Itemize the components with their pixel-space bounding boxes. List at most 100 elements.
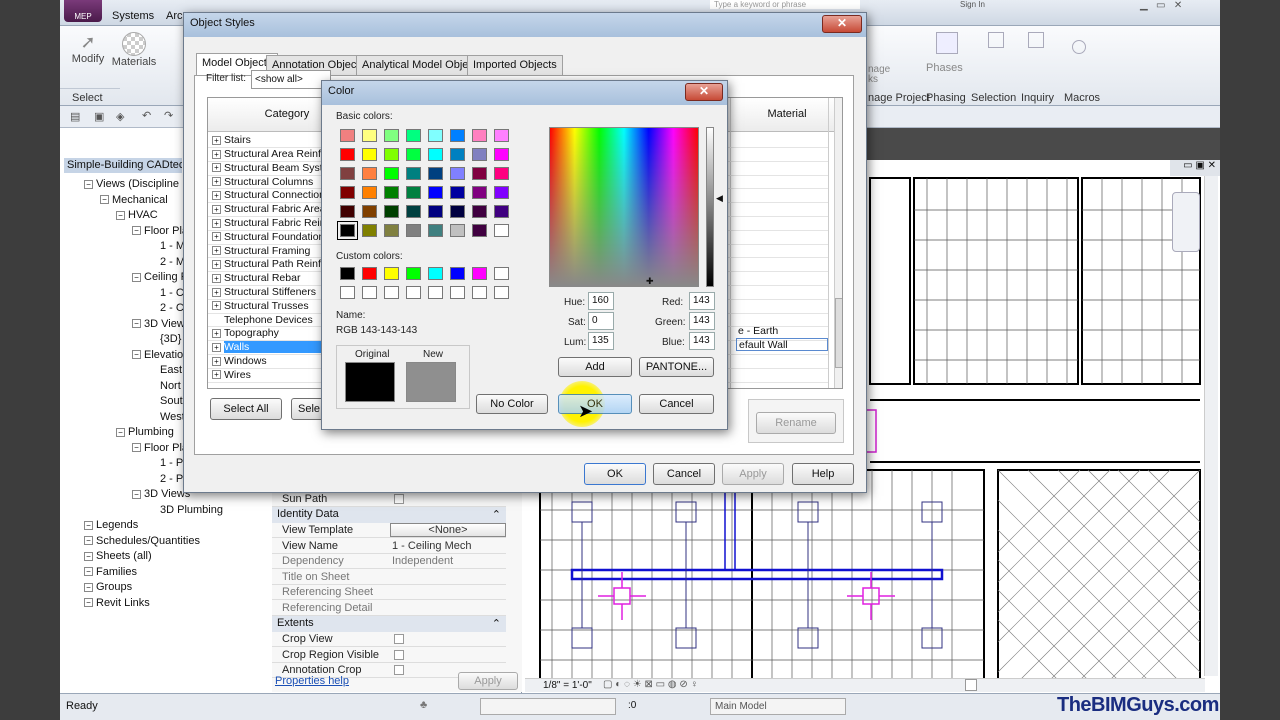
basic-color-swatch[interactable] <box>362 167 377 180</box>
expand-toggle-icon[interactable]: − <box>84 551 93 561</box>
basic-color-swatch[interactable] <box>472 205 487 218</box>
basic-color-swatch[interactable] <box>384 224 399 237</box>
empty-custom-color-swatch[interactable] <box>340 286 355 299</box>
expand-toggle-icon[interactable]: − <box>132 226 141 236</box>
basic-color-swatch[interactable] <box>406 224 421 237</box>
basic-color-swatch[interactable] <box>362 205 377 218</box>
red-input[interactable]: 143 <box>689 292 715 310</box>
expand-toggle-icon[interactable]: − <box>132 319 141 329</box>
basic-color-swatch[interactable] <box>428 148 443 161</box>
browser-item[interactable]: 3D Plumbing <box>148 504 223 516</box>
browser-item[interactable]: − Schedules/Quantities <box>84 535 200 547</box>
basic-color-swatch[interactable] <box>494 167 509 180</box>
basic-color-swatch[interactable] <box>450 224 465 237</box>
help-button[interactable]: Help <box>792 463 854 485</box>
empty-custom-color-swatch[interactable] <box>362 286 377 299</box>
color-titlebar[interactable]: Color <box>322 81 727 105</box>
custom-color-swatch[interactable] <box>384 267 399 280</box>
properties-help-link[interactable]: Properties help <box>275 675 349 687</box>
browser-item[interactable]: − Legends <box>84 519 138 531</box>
expand-category-icon[interactable]: + <box>212 328 221 338</box>
property-value[interactable]: Independent <box>392 555 453 567</box>
object-styles-titlebar[interactable]: Object Styles <box>184 13 866 37</box>
basic-color-swatch[interactable] <box>362 148 377 161</box>
basic-color-swatch[interactable] <box>406 129 421 142</box>
browser-item[interactable]: −3D Views <box>132 318 190 330</box>
open-icon[interactable]: ▤ <box>70 110 80 123</box>
expand-toggle-icon[interactable]: − <box>132 443 141 453</box>
basic-color-swatch[interactable] <box>494 129 509 142</box>
app-button[interactable]: MEP <box>64 0 102 22</box>
basic-color-swatch[interactable] <box>428 186 443 199</box>
add-custom-color-button[interactable]: Add <box>558 357 632 377</box>
browser-item[interactable]: 2 - C <box>148 302 184 314</box>
properties-apply-button[interactable]: Apply <box>458 672 518 690</box>
extents-header[interactable]: Extents ⌃ <box>272 616 506 632</box>
sun-path-checkbox[interactable] <box>394 494 404 504</box>
menu-arc[interactable]: Arc <box>166 10 183 22</box>
expand-category-icon[interactable]: + <box>212 342 221 352</box>
basic-color-swatch[interactable] <box>384 148 399 161</box>
expand-category-icon[interactable]: + <box>212 259 221 269</box>
inquiry-icon[interactable] <box>1028 32 1044 48</box>
basic-color-swatch[interactable] <box>450 129 465 142</box>
color-cancel-button[interactable]: Cancel <box>639 394 714 414</box>
macros-icon[interactable] <box>1072 40 1086 54</box>
view-control-icons[interactable]: ▢ ◐ ◌ ☀ ⊠ ▭ ◍ ⊘ ♀ <box>603 679 698 690</box>
expand-category-icon[interactable]: + <box>212 246 221 256</box>
select-panel-label[interactable]: Select <box>72 92 103 104</box>
custom-color-swatch[interactable] <box>494 267 509 280</box>
material-earth[interactable]: e - Earth <box>738 325 778 337</box>
basic-color-swatch[interactable] <box>472 186 487 199</box>
rename-button[interactable]: Rename <box>756 412 836 434</box>
browser-item[interactable]: − Groups <box>84 581 132 593</box>
expand-category-icon[interactable]: + <box>212 301 221 311</box>
basic-color-swatch[interactable] <box>494 186 509 199</box>
hue-saturation-spectrum[interactable]: ✚ <box>549 127 699 287</box>
browser-item[interactable]: 2 - P <box>148 473 183 485</box>
basic-color-swatch[interactable] <box>450 205 465 218</box>
custom-color-swatch[interactable] <box>450 267 465 280</box>
browser-item[interactable]: 1 - C <box>148 287 184 299</box>
expand-toggle-icon[interactable]: − <box>132 350 141 360</box>
no-color-button[interactable]: No Color <box>476 394 548 414</box>
expand-toggle-icon[interactable]: − <box>132 272 141 282</box>
empty-custom-color-swatch[interactable] <box>384 286 399 299</box>
browser-item[interactable]: {3D} <box>148 333 181 345</box>
browser-item[interactable]: −3D Views <box>132 488 190 500</box>
expand-toggle-icon[interactable]: − <box>84 598 93 608</box>
expand-category-icon[interactable]: + <box>212 163 221 173</box>
browser-item[interactable]: − Mechanical <box>100 194 168 206</box>
expand-category-icon[interactable]: + <box>212 177 221 187</box>
expand-category-icon[interactable]: + <box>212 135 221 145</box>
object-styles-close-button[interactable]: ✕ <box>822 15 862 33</box>
table-scrollbar[interactable] <box>834 98 842 388</box>
col-material[interactable]: Material <box>752 108 822 120</box>
design-option-dropdown[interactable]: Main Model <box>710 698 846 715</box>
cancel-button[interactable]: Cancel <box>653 463 715 485</box>
empty-custom-color-swatch[interactable] <box>494 286 509 299</box>
basic-color-swatch[interactable] <box>450 186 465 199</box>
browser-item[interactable]: East <box>148 364 182 376</box>
color-close-button[interactable]: ✕ <box>685 83 723 101</box>
property-value[interactable]: <None> <box>390 523 506 537</box>
pantone-button[interactable]: PANTONE... <box>639 357 714 377</box>
basic-color-swatch[interactable] <box>362 224 377 237</box>
extents-collapse-icon[interactable]: ⌃ <box>492 617 501 630</box>
undo-icon[interactable]: ↶ <box>142 109 151 122</box>
property-value[interactable]: 1 - Ceiling Mech <box>392 540 471 552</box>
basic-color-swatch[interactable] <box>384 167 399 180</box>
sign-in-link[interactable]: Sign In <box>960 0 985 9</box>
basic-color-swatch[interactable] <box>406 167 421 180</box>
basic-color-swatch[interactable] <box>472 148 487 161</box>
expand-category-icon[interactable]: + <box>212 273 221 283</box>
basic-color-swatch[interactable] <box>340 186 355 199</box>
lum-input[interactable]: 135 <box>588 332 614 350</box>
phasing-panel[interactable]: Phasing <box>926 92 966 104</box>
expand-toggle-icon[interactable]: − <box>84 536 93 546</box>
sat-input[interactable]: 0 <box>588 312 614 330</box>
browser-item[interactable]: − Floor Pla <box>132 442 188 454</box>
save-icon[interactable]: ▣ <box>94 110 104 123</box>
browser-item[interactable]: − Revit Links <box>84 597 150 609</box>
expand-toggle-icon[interactable]: − <box>116 210 125 220</box>
